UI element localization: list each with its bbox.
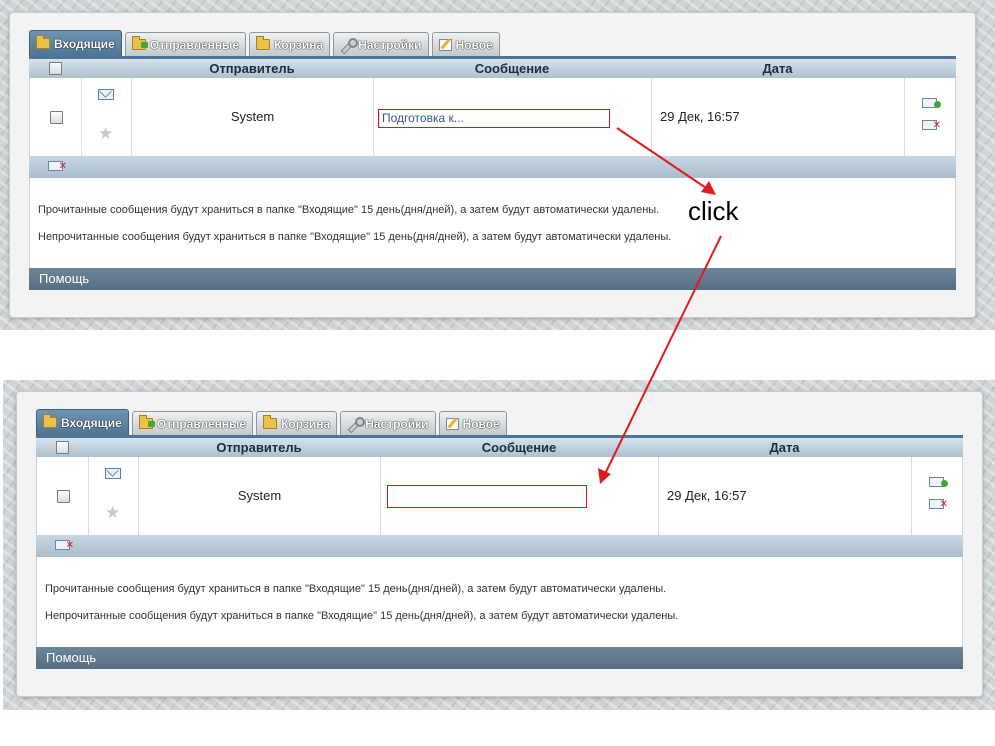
arrowhead-top	[701, 181, 716, 195]
click-annotation	[598, 127, 722, 484]
annotation-arrows	[601, 127, 722, 481]
arrow-to-emptied-field	[601, 235, 722, 481]
arrow-to-click-label	[616, 127, 713, 193]
click-label: click	[688, 196, 739, 226]
arrowhead-bottom	[598, 468, 611, 484]
